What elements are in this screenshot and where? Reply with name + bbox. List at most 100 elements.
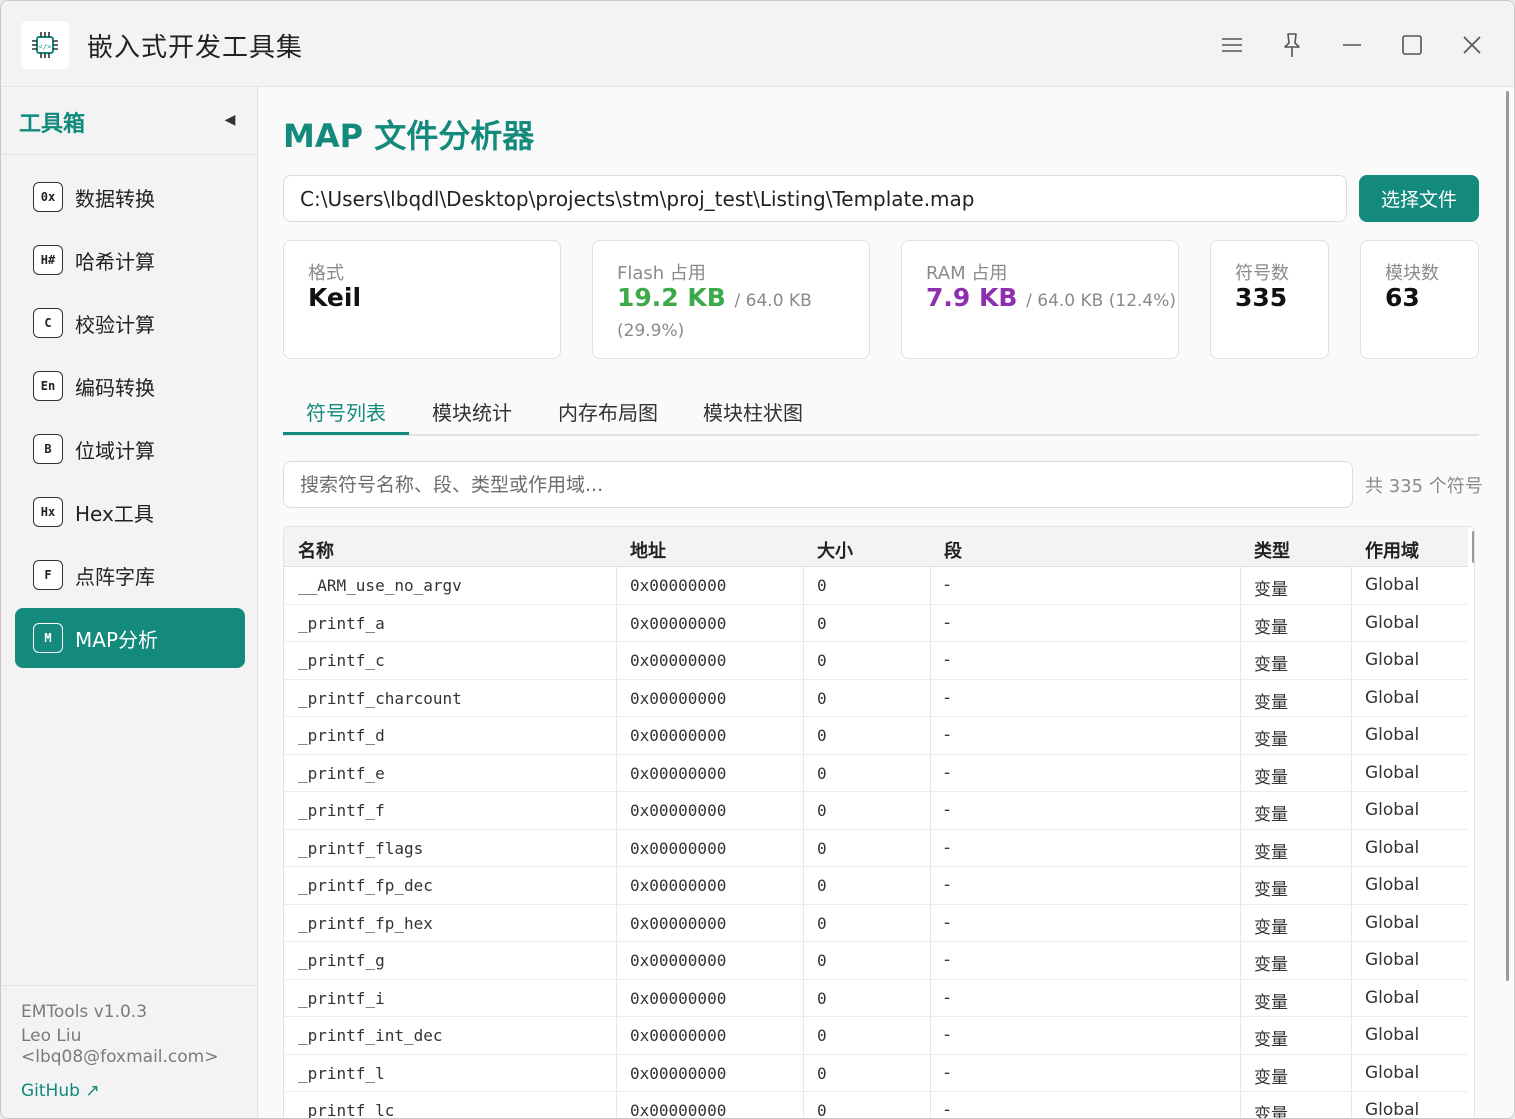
symbol-table: 名称 地址 大小 段 类型 作用域 __ARM_use_no_argv 0x000… — [283, 526, 1475, 1119]
table-cell: Global — [1365, 612, 1420, 633]
table-cell: 0x00000000 — [630, 988, 727, 1008]
table-cell: Global — [1365, 1025, 1420, 1045]
tab-module-stats[interactable]: 模块统计 — [432, 397, 512, 426]
table-cell: 0x00000000 — [630, 801, 727, 820]
table-cell: 0x00000000 — [630, 838, 727, 858]
table-cell: - — [944, 875, 951, 895]
table-cell: _printf_i — [298, 988, 385, 1008]
collapse-sidebar-icon[interactable]: ◀ — [219, 109, 241, 131]
file-path-input[interactable] — [283, 175, 1347, 222]
table-cell: - — [944, 1062, 951, 1083]
main-scrollbar[interactable] — [1506, 91, 1509, 981]
sidebar-item-label: 数据转换 — [75, 187, 155, 211]
sidebar-item-bitfield[interactable]: B 位域计算 — [15, 419, 245, 479]
column-divider — [1351, 567, 1352, 1118]
table-cell: 变量 — [1254, 617, 1288, 638]
table-scrollbar[interactable] — [1472, 531, 1474, 563]
app-logo-icon: </> — [21, 21, 69, 69]
flash-total: / 64.0 KB — [734, 291, 812, 311]
sidebar-item-encoding[interactable]: En 编码转换 — [15, 356, 245, 416]
modules-value: 63 — [1385, 283, 1420, 312]
table-cell: - — [944, 837, 951, 858]
table-cell: - — [944, 762, 951, 783]
email-text: <lbq08@foxmail.com> — [21, 1047, 219, 1067]
sidebar-item-hex-tool[interactable]: Hx Hex工具 — [15, 482, 245, 542]
table-row[interactable]: _printf_fp_hex 0x00000000 0 - 变量 Global — [284, 905, 1468, 942]
app-title: 嵌入式开发工具集 — [87, 33, 304, 63]
table-cell: _printf_c — [298, 651, 385, 670]
format-card: 格式 Keil — [283, 240, 561, 359]
table-row[interactable]: _printf_l 0x00000000 0 - 变量 Global — [284, 1055, 1468, 1092]
table-row[interactable]: _printf_c 0x00000000 0 - 变量 Global — [284, 642, 1468, 680]
table-row[interactable]: _printf_a 0x00000000 0 - 变量 Global — [284, 605, 1468, 642]
table-row[interactable]: _printf_i 0x00000000 0 - 变量 Global — [284, 980, 1468, 1017]
close-icon[interactable] — [1452, 25, 1492, 65]
table-row[interactable]: _printf_e 0x00000000 0 - 变量 Global — [284, 755, 1468, 792]
column-header-size[interactable]: 大小 — [817, 537, 853, 563]
menu-icon[interactable] — [1212, 25, 1252, 65]
table-cell: 0 — [817, 1101, 827, 1119]
symbols-label: 符号数 — [1235, 263, 1289, 284]
column-header-scope[interactable]: 作用域 — [1365, 537, 1419, 563]
table-row[interactable]: __ARM_use_no_argv 0x00000000 0 - 变量 Global — [284, 567, 1468, 605]
ram-value-line: 7.9 KB / 64.0 KB (12.4%) — [926, 283, 1176, 312]
table-cell: 变量 — [1254, 955, 1288, 975]
table-row[interactable]: _printf_d 0x00000000 0 - 变量 Global — [284, 717, 1468, 755]
tab-symbol-list[interactable]: 符号列表 — [306, 397, 386, 426]
column-header-type[interactable]: 类型 — [1254, 537, 1290, 563]
ram-value: 7.9 KB — [926, 283, 1018, 312]
author-text: Leo Liu — [21, 1026, 82, 1046]
table-cell: 0x00000000 — [630, 613, 727, 633]
minimize-icon[interactable] — [1332, 25, 1372, 65]
table-cell: - — [944, 987, 951, 1008]
table-row[interactable]: _printf_f 0x00000000 0 - 变量 Global — [284, 792, 1468, 830]
column-header-section[interactable]: 段 — [944, 537, 962, 563]
sidebar-item-data-convert[interactable]: 0x 数据转换 — [15, 167, 245, 227]
flash-percent: (29.9%) — [617, 321, 685, 341]
table-cell: 变量 — [1254, 805, 1288, 825]
table-row[interactable]: _printf_fp_dec 0x00000000 0 - 变量 Global — [284, 867, 1468, 905]
table-cell: Global — [1365, 575, 1420, 595]
tab-module-bar-chart[interactable]: 模块柱状图 — [703, 397, 803, 426]
ram-label: RAM 占用 — [926, 263, 1008, 284]
table-header: 名称 地址 大小 段 类型 作用域 — [284, 527, 1468, 567]
table-row[interactable]: _printf_charcount 0x00000000 0 - 变量 Global — [284, 680, 1468, 717]
github-link[interactable]: GitHub ↗ — [21, 1081, 100, 1101]
sidebar-item-hash[interactable]: H# 哈希计算 — [15, 230, 245, 290]
column-header-address[interactable]: 地址 — [630, 537, 666, 563]
sidebar-item-label: 位域计算 — [75, 439, 155, 463]
table-row[interactable]: _printf_lc 0x00000000 0 - 变量 Global — [284, 1092, 1468, 1119]
table-cell: _printf_g — [298, 951, 385, 970]
table-row[interactable]: _printf_int_dec 0x00000000 0 - 变量 Global — [284, 1017, 1468, 1055]
symbol-search-input[interactable] — [283, 461, 1353, 508]
pin-icon[interactable] — [1272, 25, 1312, 65]
column-divider — [930, 567, 931, 1118]
table-row[interactable]: _printf_flags 0x00000000 0 - 变量 Global — [284, 830, 1468, 867]
encoding-icon: En — [33, 371, 63, 401]
table-cell: - — [944, 1100, 951, 1119]
sidebar-item-label: 点阵字库 — [75, 565, 155, 589]
sidebar-item-font-matrix[interactable]: F 点阵字库 — [15, 545, 245, 605]
table-cell: 0 — [817, 838, 827, 858]
sidebar-footer: EMTools v1.0.3 Leo Liu <lbq08@foxmail.co… — [1, 985, 257, 1101]
table-cell: - — [944, 800, 951, 820]
maximize-icon[interactable] — [1392, 25, 1432, 65]
table-cell: _printf_e — [298, 763, 385, 783]
table-cell: 0 — [817, 951, 827, 970]
active-tab-indicator — [283, 432, 409, 435]
app-window: </> 嵌入式开发工具集 工具箱 ◀ 0x 数据转换 H# 哈希计算 C 校验计… — [0, 0, 1515, 1119]
tab-memory-layout[interactable]: 内存布局图 — [558, 397, 658, 426]
column-header-name[interactable]: 名称 — [298, 537, 334, 563]
table-cell: 0 — [817, 688, 827, 708]
svg-text:</>: </> — [39, 43, 52, 51]
table-cell: _printf_lc — [298, 1101, 395, 1119]
sidebar-item-map-analysis[interactable]: M MAP分析 — [15, 608, 245, 668]
table-cell: 0 — [817, 988, 827, 1008]
table-cell: Global — [1365, 687, 1420, 708]
table-row[interactable]: _printf_g 0x00000000 0 - 变量 Global — [284, 942, 1468, 980]
table-cell: 0x00000000 — [630, 1063, 727, 1083]
flash-card: Flash 占用 19.2 KB / 64.0 KB (29.9%) — [592, 240, 870, 359]
select-file-button[interactable]: 选择文件 — [1359, 175, 1479, 222]
data-convert-icon: 0x — [33, 182, 63, 212]
sidebar-item-checksum[interactable]: C 校验计算 — [15, 293, 245, 353]
